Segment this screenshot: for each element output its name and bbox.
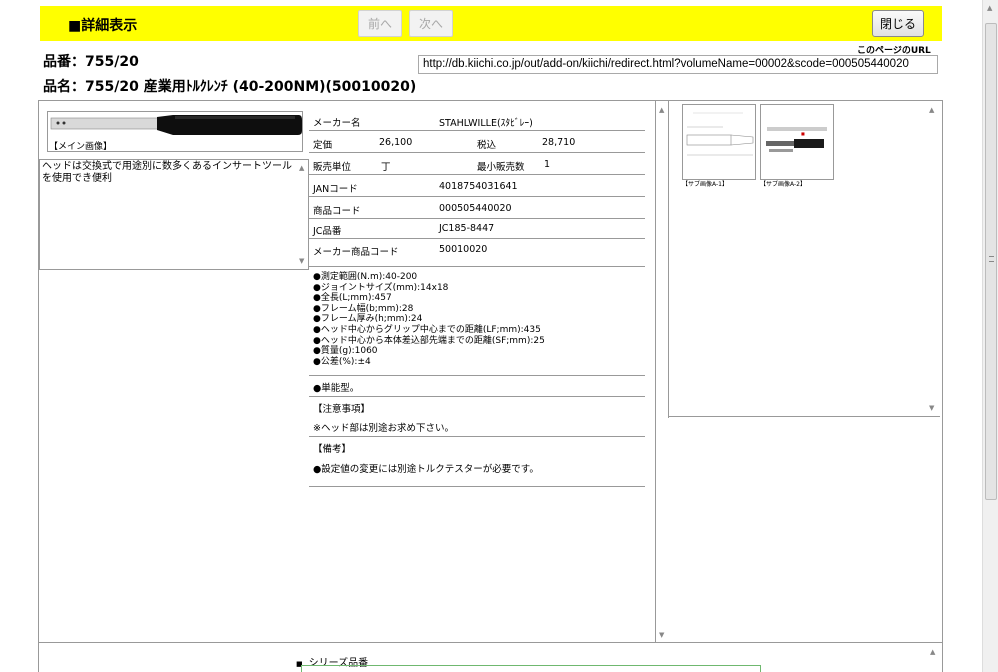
divider	[309, 396, 645, 397]
column-divider	[655, 101, 656, 642]
divider	[309, 375, 645, 376]
main-image[interactable]: 【メイン画像】	[47, 111, 303, 152]
wrench-set-image: ■	[766, 127, 827, 152]
spec-label: 税込	[477, 140, 497, 151]
spec-value: STAHLWILLE(ｽﾀﾋﾞﾚｰ)	[439, 118, 533, 129]
divider	[309, 436, 645, 437]
scroll-down-icon[interactable]: ▼	[299, 257, 304, 265]
page-title: ■詳細表示	[68, 18, 138, 34]
spec-label: 商品コード	[313, 206, 361, 217]
spec-value: 28,710	[542, 137, 576, 148]
spec-label: JANコード	[313, 184, 358, 195]
spec-row-unit: 販売単位 丁 最小販売数 1	[309, 154, 645, 175]
scroll-up-icon[interactable]: ▲	[299, 164, 304, 172]
scrollbar-thumb[interactable]	[985, 23, 997, 500]
spec-value: 4018754031641	[439, 181, 518, 192]
spec-value: 000505440020	[439, 203, 512, 214]
close-button[interactable]: 閉じる	[872, 10, 924, 37]
page-url-field[interactable]: http://db.kiichi.co.jp/out/add-on/kiichi…	[418, 55, 938, 74]
spec-value: 1	[544, 159, 551, 170]
header-bar: ■詳細表示 前へ 次へ 閉じる	[40, 6, 942, 41]
svg-text:■: ■	[801, 131, 805, 136]
prev-button[interactable]: 前へ	[358, 10, 402, 37]
next-button[interactable]: 次へ	[409, 10, 453, 37]
scroll-down-icon[interactable]: ▼	[929, 404, 934, 412]
scroll-up-icon[interactable]: ▲	[929, 106, 934, 114]
scroll-up-icon[interactable]: ▲	[930, 648, 935, 656]
spec-value: JC185-8447	[439, 223, 495, 234]
spec-row-maker-code: メーカー商品コード 50010020	[309, 239, 645, 267]
feature-list: ●測定範囲(N.m):40-200 ●ジョイントサイズ(mm):14x18 ●全…	[313, 272, 545, 367]
description-text: ヘッドは交換式で用途別に数多くあるインサートツールを使用でき便利	[42, 161, 292, 184]
spec-value: 50010020	[439, 244, 488, 255]
scroll-up-icon[interactable]: ▲	[659, 106, 664, 114]
spec-row-code: 商品コード 000505440020	[309, 198, 645, 219]
spec-row-jc: JC品番 JC185-8447	[309, 218, 645, 239]
page-scrollbar[interactable]: ▲	[982, 0, 998, 672]
sub-image-thumbnail[interactable]: ■	[760, 104, 834, 180]
series-table	[301, 665, 761, 672]
type-note: ●単能型。	[313, 383, 360, 394]
scroll-down-icon[interactable]: ▼	[659, 631, 664, 639]
scroll-up-icon[interactable]: ▲	[987, 4, 992, 12]
spec-row-price: 定価 26,100 税込 28,710	[309, 132, 645, 153]
grip-icon	[989, 256, 994, 262]
sub-image-caption: 【サブ画像A-1】	[682, 181, 728, 188]
remarks-heading: 【備考】	[313, 444, 352, 455]
spec-value: 丁	[381, 162, 391, 173]
spec-row-maker: メーカー名 STAHLWILLE(ｽﾀﾋﾞﾚｰ)	[309, 110, 645, 131]
spec-row-jan: JANコード 4018754031641	[309, 176, 645, 197]
spec-label: 定価	[313, 140, 333, 151]
spec-value: 26,100	[379, 137, 413, 148]
spec-label: 最小販売数	[477, 162, 525, 173]
spec-label: メーカー商品コード	[313, 247, 399, 258]
product-number: 品番：755/20	[43, 54, 139, 70]
sub-image-thumbnail[interactable]	[682, 104, 756, 180]
spec-label: JC品番	[313, 226, 342, 237]
divider	[309, 486, 645, 487]
main-image-caption: 【メイン画像】	[49, 142, 113, 152]
wrench-drawing-image	[686, 112, 754, 156]
spec-label: 販売単位	[313, 162, 352, 173]
caution-text: ※ヘッド部は別途お求め下さい。	[313, 423, 454, 434]
product-name: 品名：755/20 産業用ﾄﾙｸﾚﾝﾁ (40-200NM)(50010020)	[43, 79, 417, 95]
description-box[interactable]: ヘッドは交換式で用途別に数多くあるインサートツールを使用でき便利 ▲ ▼	[39, 159, 309, 270]
sub-image-caption: 【サブ画像A-2】	[760, 181, 806, 188]
torque-wrench-image	[50, 115, 302, 135]
spec-label: メーカー名	[313, 118, 361, 129]
description-scrollbar[interactable]: ▲ ▼	[296, 160, 308, 269]
caution-heading: 【注意事項】	[313, 404, 371, 415]
remarks-text: ●設定値の変更には別途トルクテスターが必要です。	[313, 464, 539, 475]
